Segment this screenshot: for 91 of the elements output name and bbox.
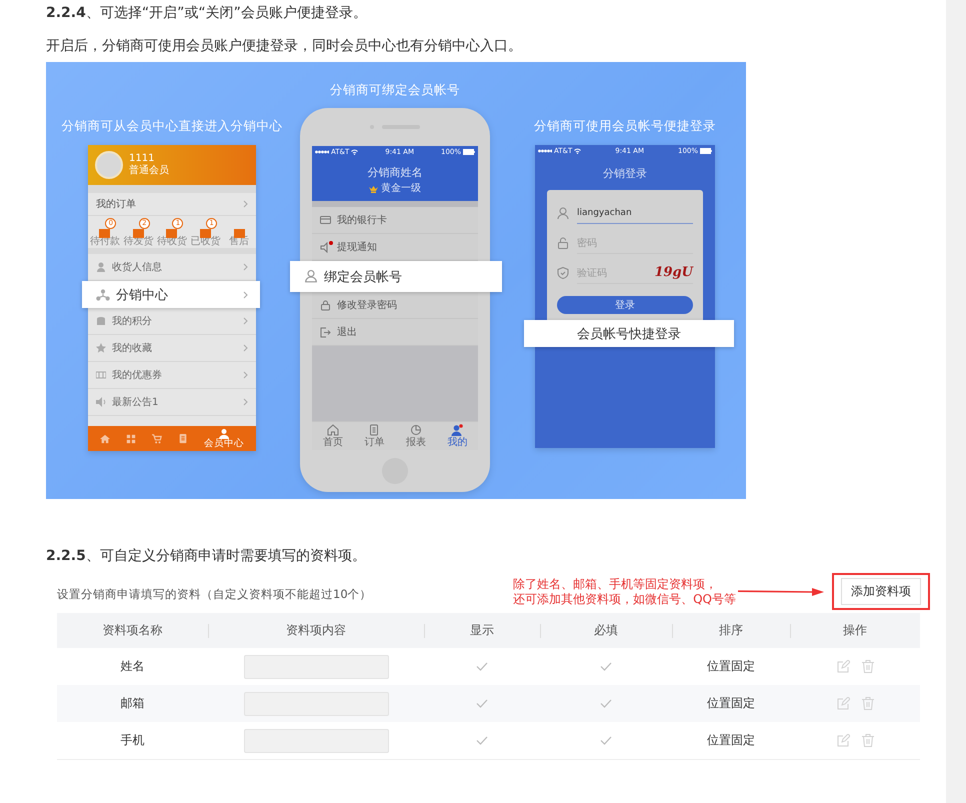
qr-code-icon (126, 434, 136, 444)
order-icon (166, 227, 178, 238)
table-cell: 邮箱 (120, 695, 144, 712)
tab-item[interactable]: 我的 (447, 424, 468, 448)
chevron-icon (243, 317, 248, 325)
distributor-name: 分销商姓名 (366, 166, 424, 180)
star-icon (96, 343, 106, 353)
card-icon (320, 214, 331, 226)
annotation-note: 除了姓名、邮箱、手机等固定资料项， 还可添加其他资料项，如微信号、QQ号等 (513, 576, 736, 606)
chevron-icon (243, 371, 248, 379)
lock-icon (557, 237, 569, 249)
intro-text: 开启后，分销商可使用会员账户便捷登录，同时会员中心也有分销中心入口。 (46, 37, 523, 56)
menu-item[interactable]: 我的收藏 (88, 335, 256, 362)
banner-caption: 分销商可绑定会员帐号 (330, 82, 460, 98)
chevron-icon (243, 398, 248, 406)
input-field[interactable] (244, 728, 388, 752)
person-icon (96, 262, 106, 272)
shield-icon (557, 267, 569, 279)
column-header: 排序 (672, 613, 790, 648)
home-icon (100, 434, 110, 444)
tab-item[interactable]: 会员中心 (204, 428, 244, 448)
person-icon (219, 428, 229, 438)
tab-item[interactable] (100, 434, 110, 444)
callout-label: 会员帐号快捷登录 (524, 320, 734, 347)
login-button[interactable]: 登录 (557, 296, 693, 314)
person-icon (557, 207, 569, 219)
order-icon (99, 227, 110, 238)
tab-item[interactable] (126, 434, 136, 444)
add-button[interactable]: 添加资料项 (841, 578, 921, 605)
person-icon (451, 424, 464, 436)
chevron-icon (243, 200, 248, 208)
section-heading: 2.2.4、可选择“开启”或“关闭”会员账户便捷登录。 (46, 4, 368, 23)
user-name: 1111 (129, 153, 156, 164)
crown-icon (369, 186, 378, 192)
member-level: 黄金一级 (381, 183, 421, 195)
banner-caption: 分销商可使用会员帐号便捷登录 (534, 118, 716, 134)
battery-icon (463, 149, 475, 155)
username-field[interactable]: liangyachan (577, 202, 693, 224)
battery-icon (700, 148, 712, 154)
table-caption: 设置分销商申请填写的资料（自定义资料项不能超过10个） (57, 587, 373, 602)
chevron-icon (243, 263, 248, 271)
order-icon (200, 227, 212, 238)
column-header: 资料项名称 (57, 613, 208, 648)
member-level: 普通会员 (129, 165, 169, 177)
chevron-icon (243, 290, 248, 298)
tab-item[interactable] (178, 434, 188, 444)
pie-chart-icon (410, 424, 422, 436)
ticket-icon (96, 370, 106, 380)
orders-row[interactable]: 我的订单 (88, 193, 256, 216)
tab-item[interactable]: 首页 (322, 424, 343, 448)
section-heading: 2.2.5、可自定义分销商申请时需要填写的资料项。 (46, 547, 367, 566)
column-header: 显示 (424, 613, 540, 648)
wifi-icon (351, 149, 358, 155)
person-icon (304, 270, 318, 283)
column-header: 必填 (540, 613, 672, 648)
menu-item[interactable]: 我的积分 (88, 308, 256, 335)
screen-title: 分销登录 (602, 166, 648, 182)
table-cell: 位置固定 (707, 695, 755, 712)
document-icon (368, 424, 380, 436)
lock-icon (320, 300, 331, 310)
database-icon (96, 316, 106, 326)
cart-icon (152, 434, 162, 444)
captcha-image: 19gU (654, 265, 693, 280)
table-cell: 位置固定 (707, 732, 755, 749)
menu-item[interactable]: 绑定会员帐号 (290, 261, 502, 292)
order-icon (132, 227, 144, 238)
speaker-icon (96, 397, 106, 407)
column-header: 资料项内容 (208, 613, 424, 648)
home-icon (326, 424, 339, 436)
tab-item[interactable]: 报表 (406, 424, 426, 448)
menu-item[interactable]: 分销中心 (82, 281, 260, 308)
menu-item[interactable]: 修改登录密码 (312, 292, 478, 319)
input-field[interactable] (244, 654, 388, 678)
table-cell: 手机 (120, 732, 144, 749)
signal-icon (538, 149, 552, 153)
menu-item[interactable]: 我的优惠券 (88, 362, 256, 389)
wifi-icon (574, 148, 582, 154)
table-cell: 姓名 (120, 658, 144, 675)
document-icon (178, 434, 188, 444)
banner-caption: 分销商可从会员中心直接进入分销中心 (62, 118, 282, 134)
tab-item[interactable]: 订单 (364, 424, 384, 448)
avatar (95, 151, 123, 179)
chevron-icon (243, 344, 248, 352)
menu-item[interactable]: 最新公告1 (88, 389, 256, 416)
exit-icon (320, 326, 331, 338)
tab-item[interactable] (152, 434, 162, 444)
table-cell: 位置固定 (707, 658, 755, 675)
signal-icon (315, 150, 329, 154)
network-icon (96, 288, 110, 300)
menu-item[interactable]: 我的银行卡 (312, 207, 478, 234)
column-header: 操作 (790, 613, 920, 648)
